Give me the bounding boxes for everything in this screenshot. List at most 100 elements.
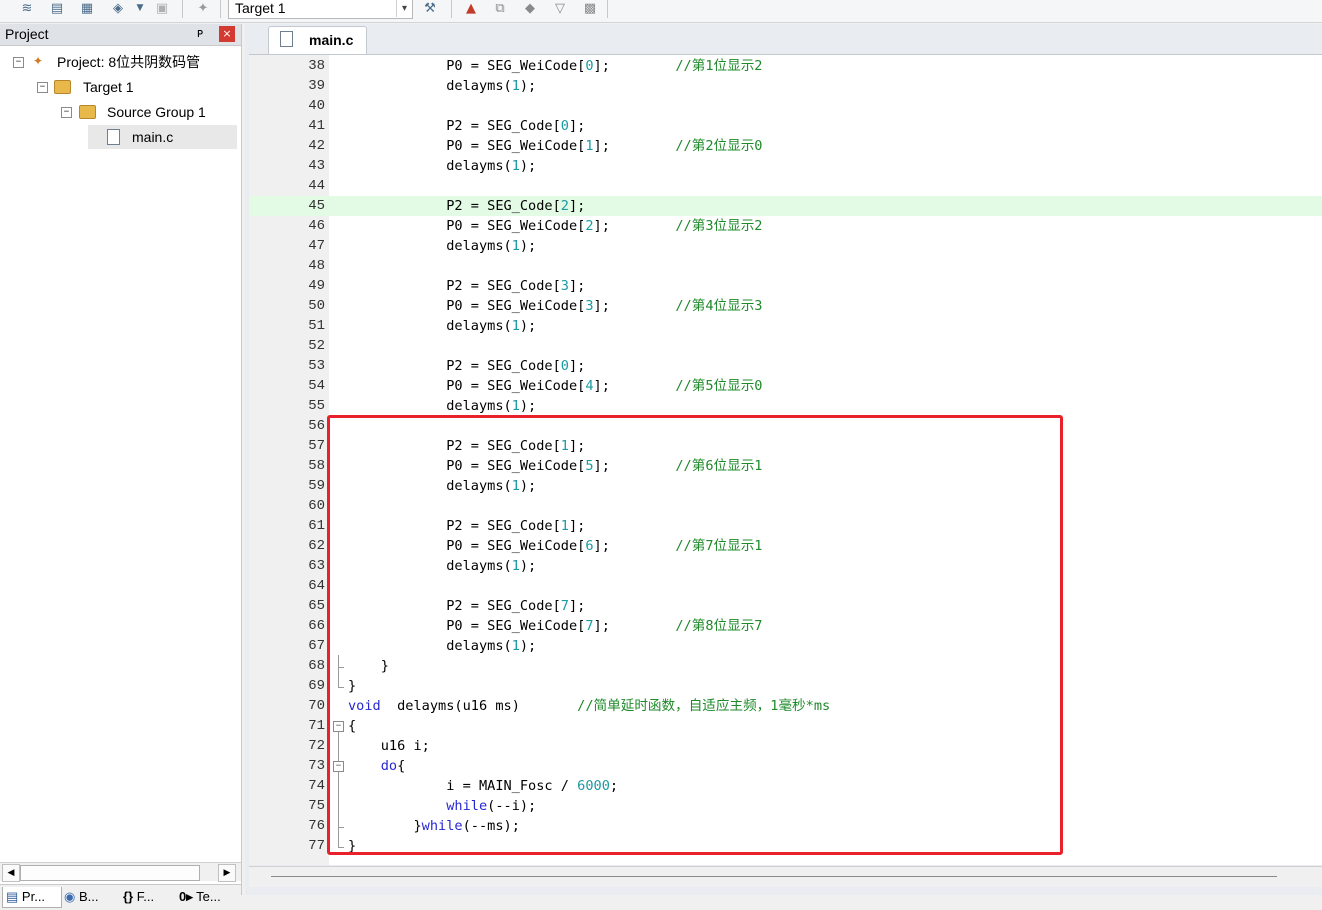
code-text: delayms(1); [348, 158, 537, 174]
code-line[interactable]: 67 delayms(1); [249, 636, 1322, 656]
collapse-icon[interactable]: − [37, 82, 48, 93]
filter-icon[interactable]: ▽ [551, 0, 569, 16]
code-line[interactable]: 41 P2 = SEG_Code[0]; [249, 116, 1322, 136]
target-options-icon[interactable]: ⚒ [421, 0, 439, 16]
code-line[interactable]: 76 }while(--ms); [249, 816, 1322, 836]
collapse-icon[interactable]: − [13, 57, 24, 68]
code-text: delayms(1); [348, 638, 537, 654]
code-line[interactable]: 74 i = MAIN_Fosc / 6000; [249, 776, 1322, 796]
code-line[interactable]: 46 P0 = SEG_WeiCode[2]; //第3位显示2 [249, 216, 1322, 236]
scroll-right-icon[interactable]: ▶ [218, 864, 236, 882]
code-text: P0 = SEG_WeiCode[4]; //第5位显示0 [348, 378, 763, 394]
functions-tab-icon: {} [123, 889, 134, 904]
code-line[interactable]: 68 } [249, 656, 1322, 676]
code-line[interactable]: 49 P2 = SEG_Code[3]; [249, 276, 1322, 296]
manage-icon[interactable]: ▲ [462, 0, 480, 16]
code-line[interactable]: 58 P0 = SEG_WeiCode[5]; //第6位显示1 [249, 456, 1322, 476]
code-text: P0 = SEG_WeiCode[3]; //第4位显示3 [348, 298, 763, 314]
fold-collapse-icon[interactable]: − [333, 761, 344, 772]
download-icon[interactable]: ✦ [194, 0, 212, 16]
code-line[interactable]: 57 P2 = SEG_Code[1]; [249, 436, 1322, 456]
scroll-left-icon[interactable]: ◀ [2, 864, 20, 882]
code-line[interactable]: 62 P0 = SEG_WeiCode[6]; //第7位显示1 [249, 536, 1322, 556]
code-text: delayms(1); [348, 398, 537, 414]
tab-books[interactable]: ◉ B... [61, 887, 119, 907]
file-icon [107, 129, 120, 145]
code-line[interactable]: 65 P2 = SEG_Code[7]; [249, 596, 1322, 616]
code-line[interactable]: 40 [249, 96, 1322, 116]
layers-icon[interactable]: ◈ [109, 0, 127, 16]
code-line[interactable]: 44 [249, 176, 1322, 196]
dropdown-arrow-icon[interactable]: ▼ [131, 0, 149, 16]
line-number: 51 [308, 318, 325, 334]
code-line[interactable]: 61 P2 = SEG_Code[1]; [249, 516, 1322, 536]
code-line[interactable]: 52 [249, 336, 1322, 356]
chevron-down-icon[interactable]: ▾ [396, 0, 412, 17]
code-line[interactable]: 38 P0 = SEG_WeiCode[0]; //第1位显示2 [249, 56, 1322, 76]
code-line[interactable]: 60 [249, 496, 1322, 516]
code-line[interactable]: 51 delayms(1); [249, 316, 1322, 336]
code-line[interactable]: 45 P2 = SEG_Code[2]; [249, 196, 1322, 216]
tab-main-c[interactable]: main.c [268, 26, 367, 54]
code-line[interactable]: 48 [249, 256, 1322, 276]
options-icon[interactable]: ▣ [153, 0, 171, 16]
code-line[interactable]: 50 P0 = SEG_WeiCode[3]; //第4位显示3 [249, 296, 1322, 316]
code-line[interactable]: 42 P0 = SEG_WeiCode[1]; //第2位显示0 [249, 136, 1322, 156]
panel-horizontal-scrollbar[interactable]: ◀ ▶ [0, 862, 241, 882]
scroll-thumb[interactable] [20, 865, 200, 881]
close-icon[interactable]: × [219, 26, 235, 42]
code-line[interactable]: 71 { [249, 716, 1322, 736]
code-line[interactable]: 69} [249, 676, 1322, 696]
grid2-icon[interactable]: ▩ [581, 0, 599, 16]
line-number: 54 [308, 378, 325, 394]
line-number: 57 [308, 438, 325, 454]
code-line[interactable]: 77} [249, 836, 1322, 856]
code-line[interactable]: 55 delayms(1); [249, 396, 1322, 416]
save-all-icon[interactable]: ▤ [48, 0, 66, 16]
code-line[interactable]: 64 [249, 576, 1322, 596]
separator [451, 0, 452, 18]
pin-icon[interactable]: ᴘ [197, 26, 203, 40]
code-line[interactable]: 73 do{ [249, 756, 1322, 776]
line-number: 61 [308, 518, 325, 534]
diamond-icon[interactable]: ◆ [521, 0, 539, 16]
line-number: 59 [308, 478, 325, 494]
fold-end-tick [338, 847, 344, 848]
code-editor[interactable]: 38 P0 = SEG_WeiCode[0]; //第1位显示2 39 delay… [249, 54, 1322, 865]
editor-horizontal-scrollbar[interactable] [249, 866, 1322, 887]
tree-item-source-group[interactable]: − Source Group 1 [0, 100, 241, 124]
stack-icon[interactable]: ≋ [18, 0, 36, 16]
code-line[interactable]: 63 delayms(1); [249, 556, 1322, 576]
code-line[interactable]: 66 P0 = SEG_WeiCode[7]; //第8位显示7 [249, 616, 1322, 636]
tree-item-target[interactable]: − Target 1 [0, 75, 241, 99]
code-line[interactable]: 59 delayms(1); [249, 476, 1322, 496]
line-number: 64 [308, 578, 325, 594]
code-text: P2 = SEG_Code[0]; [348, 118, 586, 134]
code-text: i = MAIN_Fosc / 6000; [348, 778, 619, 794]
components-icon[interactable]: ⧉ [491, 0, 509, 16]
target-select[interactable]: Target 1 ▾ [228, 0, 413, 19]
scroll-thumb[interactable] [271, 876, 1277, 877]
code-line[interactable]: 70 void delayms(u16 ms) //简单延时函数，自适应主频，1毫… [249, 696, 1322, 716]
code-line[interactable]: 54 P0 = SEG_WeiCode[4]; //第5位显示0 [249, 376, 1322, 396]
line-number: 75 [308, 798, 325, 814]
fold-collapse-icon[interactable]: − [333, 721, 344, 732]
code-line[interactable]: 53 P2 = SEG_Code[0]; [249, 356, 1322, 376]
code-line[interactable]: 56 [249, 416, 1322, 436]
grid-icon[interactable]: ▦ [78, 0, 96, 16]
collapse-icon[interactable]: − [61, 107, 72, 118]
tab-label: Pr... [21, 889, 46, 904]
code-line[interactable]: 39 delayms(1); [249, 76, 1322, 96]
code-line[interactable]: 72 u16 i; [249, 736, 1322, 756]
code-line[interactable]: 75 while(--i); [249, 796, 1322, 816]
line-number: 49 [308, 278, 325, 294]
code-line[interactable]: 43 delayms(1); [249, 156, 1322, 176]
tab-project[interactable]: ▤ Pr... [2, 887, 62, 908]
tree-item-main-c[interactable]: main.c [88, 125, 237, 149]
code-line[interactable]: 47 delayms(1); [249, 236, 1322, 256]
folder-icon [79, 105, 96, 119]
tab-functions[interactable]: {} F... [120, 887, 175, 907]
line-number: 69 [308, 678, 325, 694]
tree-item-project[interactable]: − ✦ Project: 8位共阴数码管 [0, 50, 241, 74]
tab-templates[interactable]: 0▸ Te... [176, 887, 239, 907]
